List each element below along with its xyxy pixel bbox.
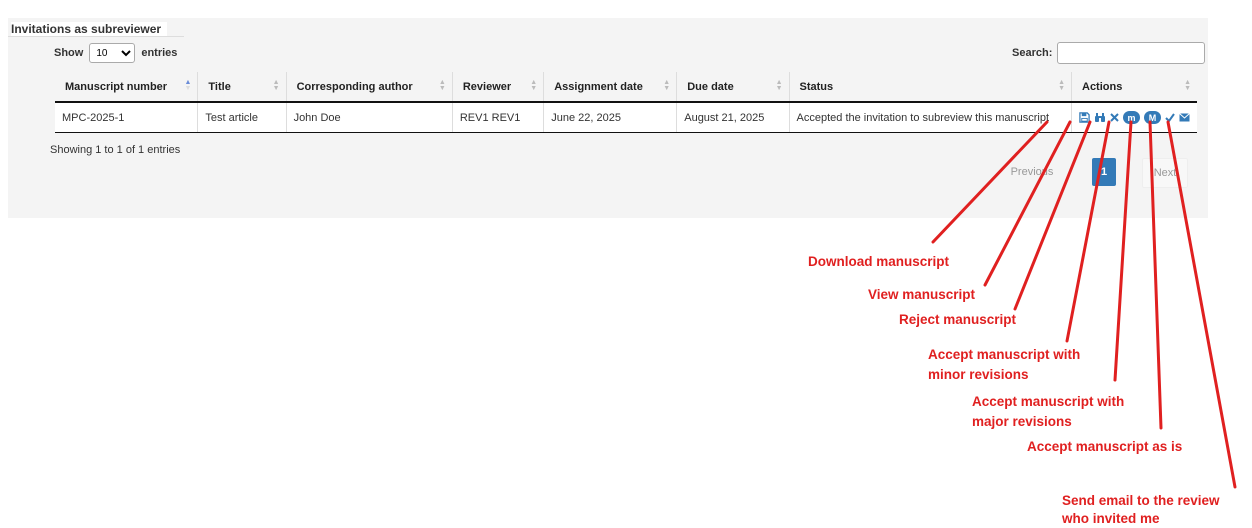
- entries-select[interactable]: 10: [89, 43, 136, 63]
- table-header-row: Manuscript number ▲ ▼ Title ▲ ▼ Correspondin…: [55, 72, 1197, 103]
- label-major-line2: major revisions: [972, 414, 1072, 429]
- label-email-line2: who invited me: [1062, 511, 1160, 526]
- close-icon[interactable]: [1110, 113, 1119, 122]
- next-page-button[interactable]: Next: [1142, 158, 1188, 188]
- label-minor-line1: Accept manuscript with: [928, 347, 1081, 362]
- current-page-button[interactable]: 1: [1092, 158, 1116, 186]
- label-as-is: Accept manuscript as is: [1027, 439, 1183, 454]
- cell-title: Test article: [197, 102, 287, 133]
- major-revisions-badge-icon[interactable]: M: [1144, 111, 1161, 124]
- col-corresponding-author[interactable]: Corresponding author ▲ ▼: [285, 72, 453, 103]
- length-control: Show 10 entries: [54, 43, 177, 63]
- label-minor-line2: minor revisions: [928, 367, 1029, 382]
- table-info: Showing 1 to 1 of 1 entries: [50, 144, 181, 156]
- col-due-date[interactable]: Due date ▲ ▼: [676, 72, 790, 103]
- floppy-disk-icon[interactable]: [1079, 112, 1090, 123]
- label-view: View manuscript: [868, 287, 976, 302]
- envelope-icon[interactable]: [1179, 113, 1190, 122]
- table-row: MPC-2025-1 Test article John Doe REV1 RE…: [55, 102, 1197, 133]
- checkmark-icon[interactable]: [1165, 113, 1175, 122]
- invitations-table: Manuscript number ▲ ▼ Title ▲ ▼ Correspondin…: [55, 72, 1197, 133]
- label-reject: Reject manuscript: [899, 312, 1017, 327]
- cell-corresponding-author: John Doe: [285, 102, 453, 133]
- length-suffix: entries: [141, 47, 178, 59]
- cell-reviewer: REV1 REV1: [451, 102, 544, 133]
- binoculars-icon[interactable]: [1094, 112, 1106, 123]
- label-major-line1: Accept manuscript with: [972, 394, 1125, 409]
- col-assignment-date[interactable]: Assignment date ▲ ▼: [543, 72, 677, 103]
- cell-manuscript-number: MPC-2025-1: [55, 102, 198, 133]
- section-title: Invitations as subreviewer: [11, 22, 168, 36]
- cell-actions: m M: [1071, 102, 1197, 133]
- legend-divider: [8, 36, 184, 37]
- label-download: Download manuscript: [808, 254, 950, 269]
- length-prefix: Show: [54, 47, 84, 59]
- col-actions[interactable]: Actions ▲ ▼: [1071, 72, 1197, 103]
- col-title[interactable]: Title ▲ ▼: [197, 72, 287, 103]
- search-control: Search:: [1012, 42, 1206, 64]
- col-reviewer[interactable]: Reviewer ▲ ▼: [451, 72, 544, 103]
- cell-assignment-date: June 22, 2025: [543, 102, 677, 133]
- search-input[interactable]: [1057, 42, 1206, 64]
- label-email-line1: Send email to the review: [1062, 493, 1220, 508]
- col-status[interactable]: Status ▲ ▼: [788, 72, 1072, 103]
- cell-due-date: August 21, 2025: [676, 102, 790, 133]
- search-label: Search:: [1012, 47, 1053, 59]
- cell-status: Accepted the invitation to subreview thi…: [788, 102, 1072, 133]
- previous-page-button[interactable]: Previous: [1006, 158, 1058, 186]
- col-manuscript-number[interactable]: Manuscript number ▲ ▼: [55, 72, 198, 103]
- minor-revisions-badge-icon[interactable]: m: [1123, 111, 1140, 124]
